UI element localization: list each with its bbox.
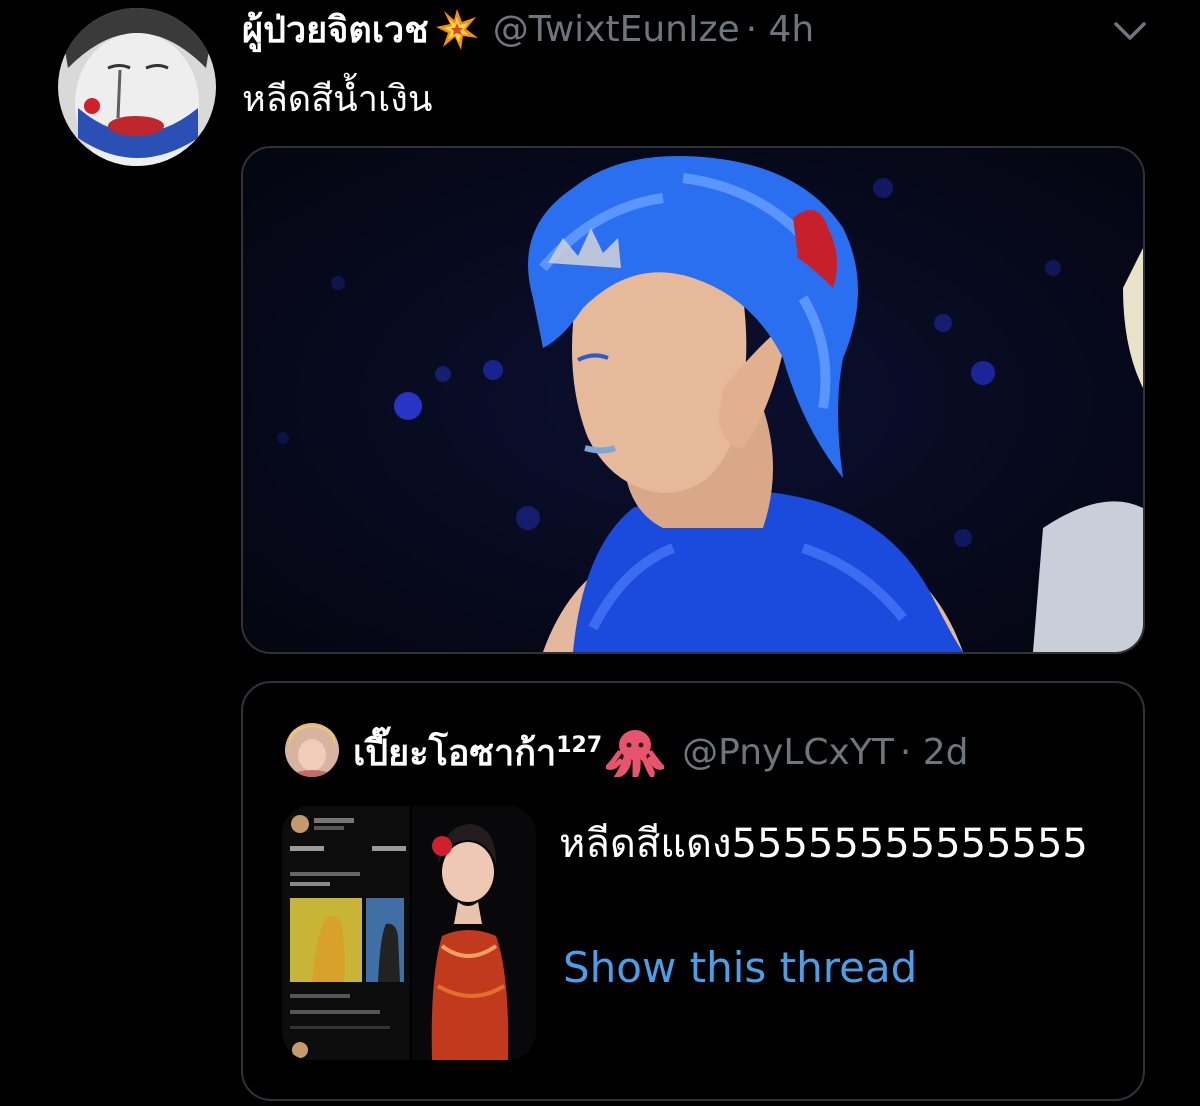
tweet-text: หลีดสีน้ำเงิน bbox=[242, 79, 433, 120]
author-handle[interactable]: @TwixtEunIze bbox=[493, 9, 740, 50]
octopus-emoji-icon bbox=[603, 727, 667, 786]
tweet-header: ผู้ป่วยจิตเวช @TwixtEunIze · 4h bbox=[242, 0, 814, 58]
tweet-image[interactable] bbox=[241, 146, 1145, 654]
show-thread-link[interactable]: Show this thread bbox=[563, 943, 917, 992]
tweet-timestamp[interactable]: · 4h bbox=[746, 9, 815, 50]
quoted-tweet-header: เปี๊ยะโอซาก้า127 @PnyLCxYT · 2d bbox=[353, 724, 969, 786]
quoted-author-avatar[interactable] bbox=[285, 723, 339, 777]
author-name[interactable]: ผู้ป่วยจิตเวช bbox=[242, 1, 429, 58]
quoted-tweet-timestamp[interactable]: · 2d bbox=[900, 732, 969, 773]
quoted-author-name[interactable]: เปี๊ยะโอซาก้า127 bbox=[353, 724, 602, 781]
author-avatar[interactable] bbox=[58, 8, 216, 166]
quoted-tweet[interactable]: เปี๊ยะโอซาก้า127 @PnyLCxYT · 2d หลีดสีแด… bbox=[241, 681, 1145, 1101]
quoted-tweet-image[interactable] bbox=[282, 806, 536, 1060]
chevron-down-icon[interactable] bbox=[1108, 12, 1152, 48]
collision-emoji-icon bbox=[435, 7, 479, 51]
quoted-author-handle[interactable]: @PnyLCxYT bbox=[682, 732, 894, 773]
quoted-tweet-text: หลีดสีแดง55555555555555 bbox=[559, 821, 1088, 867]
